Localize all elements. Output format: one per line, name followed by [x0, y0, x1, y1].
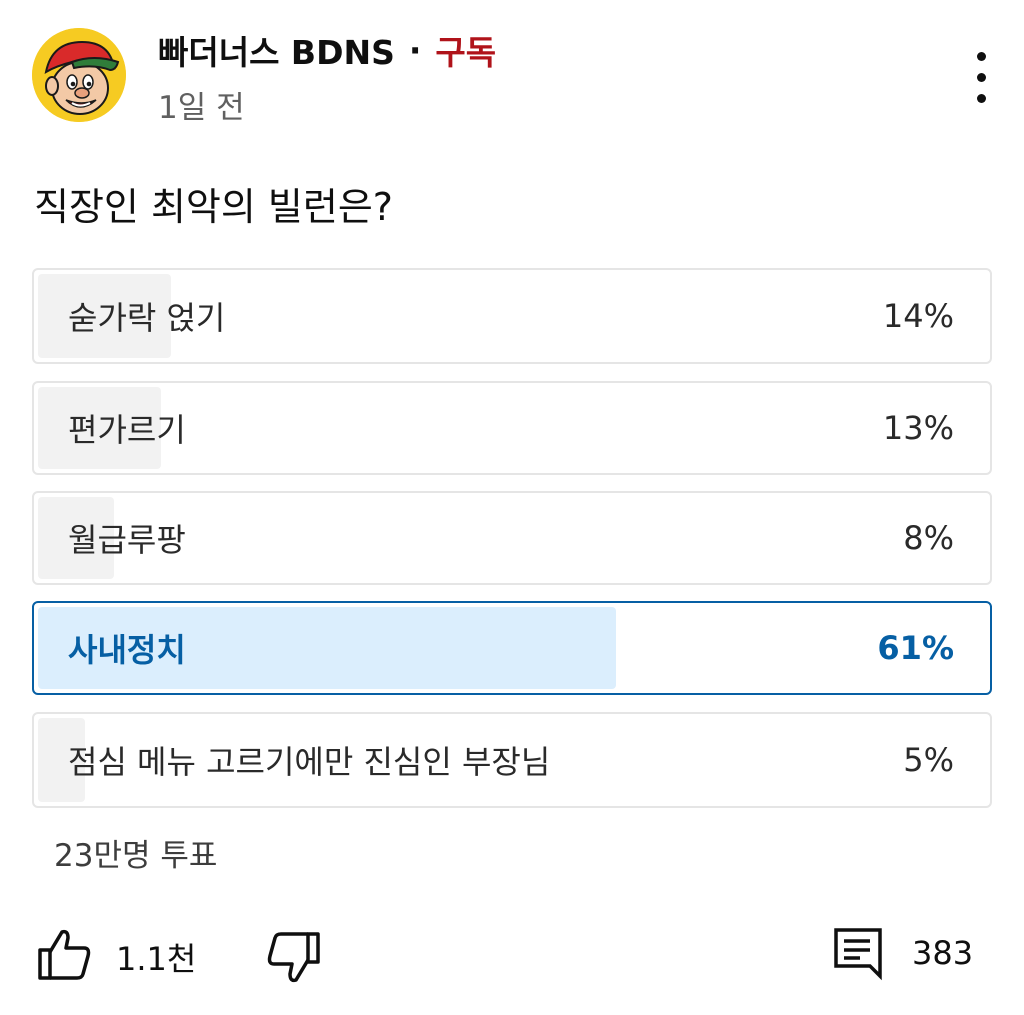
post-time: 1일 전	[158, 90, 245, 126]
poll-option[interactable]: 점심 메뉴 고르기에만 진심인 부장님 5%	[32, 712, 992, 808]
poll-option[interactable]: 편가르기 13%	[32, 381, 992, 475]
channel-line: 빠더너스 BDNS · 구독	[158, 30, 496, 73]
subscribe-button[interactable]: 구독	[435, 26, 496, 74]
like-button[interactable]	[36, 926, 92, 982]
poll-option[interactable]: 월급루팡 8%	[32, 491, 992, 585]
poll-option-label: 편가르기	[68, 411, 186, 449]
poll-option-label: 월급루팡	[68, 521, 186, 559]
cartoon-face-icon	[32, 28, 126, 122]
poll-option-percent: 13%	[882, 409, 954, 447]
thumbs-up-icon	[38, 929, 91, 980]
more-vertical-icon	[977, 52, 986, 61]
more-options-button[interactable]	[966, 50, 998, 106]
post-header: 빠더너스 BDNS · 구독 1일 전	[32, 28, 992, 128]
comment-button[interactable]	[832, 926, 886, 982]
poll-option-percent: 8%	[903, 519, 954, 557]
poll-option-label: 숟가락 얹기	[68, 299, 226, 337]
poll-option-label: 사내정치	[68, 631, 186, 669]
like-count: 1.1천	[116, 940, 197, 978]
thumbs-down-icon	[267, 932, 320, 983]
poll-option-percent: 14%	[882, 297, 954, 335]
comment-count: 383	[912, 934, 974, 972]
more-dot	[977, 73, 986, 82]
vote-count: 23만명 투표	[54, 838, 218, 874]
separator-dot: ·	[408, 30, 422, 70]
dislike-button[interactable]	[266, 930, 322, 986]
channel-avatar[interactable]	[32, 28, 126, 122]
channel-name[interactable]: 빠더너스 BDNS	[158, 26, 395, 74]
more-dot	[977, 94, 986, 103]
poll-question: 직장인 최악의 빌런은?	[34, 185, 393, 229]
poll-option-percent: 5%	[903, 741, 954, 779]
comment-icon	[834, 928, 882, 981]
poll-option-percent: 61%	[877, 629, 954, 667]
poll-option-selected[interactable]: 사내정치 61%	[32, 601, 992, 695]
poll-option-label: 점심 메뉴 고르기에만 진심인 부장님	[68, 743, 551, 781]
poll-option[interactable]: 숟가락 얹기 14%	[32, 268, 992, 364]
